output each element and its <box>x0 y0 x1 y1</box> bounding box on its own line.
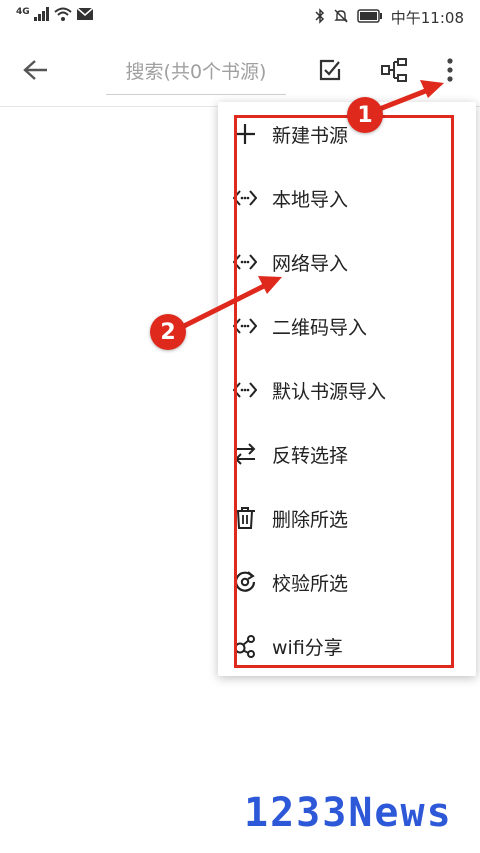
step-badge-2: 2 <box>150 314 186 350</box>
more-vertical-icon <box>447 58 453 82</box>
status-bar: 4G 中午11:08 <box>0 0 480 34</box>
toolbar <box>0 34 480 107</box>
wifi-icon <box>53 7 72 25</box>
status-bar-left: 4G <box>16 7 94 25</box>
select-all-button[interactable] <box>312 52 348 88</box>
checkbox-edit-icon <box>319 59 341 81</box>
step-badge-1: 1 <box>347 97 383 133</box>
hierarchy-icon <box>381 58 407 82</box>
search-field[interactable] <box>106 50 286 95</box>
battery-icon <box>357 8 383 27</box>
group-button[interactable] <box>376 52 412 88</box>
highlight-box <box>234 115 454 668</box>
more-options-button[interactable] <box>432 52 468 88</box>
watermark: 1233News <box>244 790 453 836</box>
back-button[interactable] <box>18 52 54 88</box>
network-type: 4G <box>16 6 30 17</box>
mute-icon <box>333 8 349 28</box>
screen: 4G 中午11:08 搜索(共0个书源) 新建书源 本地导入 网络导入 二维码导… <box>0 0 480 853</box>
arrow-left-icon <box>23 60 47 80</box>
clock: 中午11:08 <box>390 9 464 27</box>
mail-icon <box>76 7 94 25</box>
status-bar-right: 中午11:08 <box>315 7 464 28</box>
bluetooth-icon <box>315 7 325 28</box>
signal-icon <box>33 7 50 25</box>
search-input[interactable] <box>109 60 283 84</box>
